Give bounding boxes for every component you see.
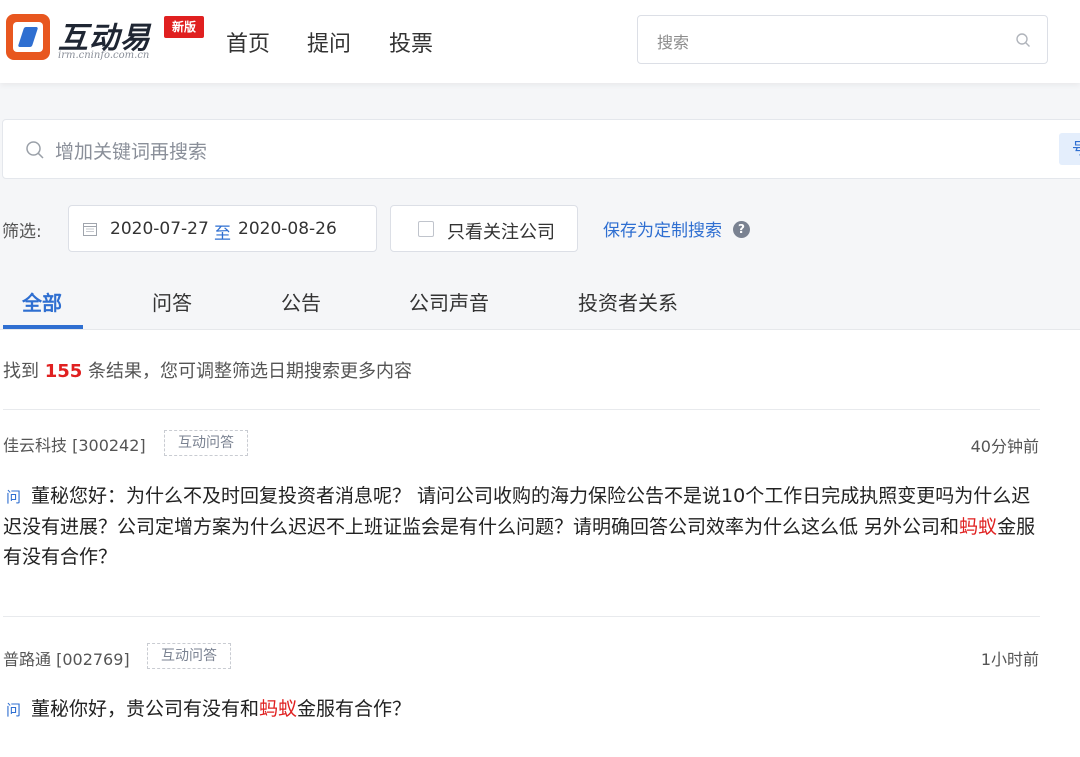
search-icon [26,141,44,159]
follow-only-filter[interactable]: 只看关注公司 [390,205,578,252]
result-type-tag: 互动问答 [164,430,248,456]
result-count-suffix: 条结果，您可调整筛选日期搜索更多内容 [88,361,413,382]
result-divider [3,616,1040,617]
filter-label: 筛选: [2,222,42,242]
date-separator: 至 [214,224,231,244]
tab-investor-relations[interactable]: 投资者关系 [578,287,678,316]
question-highlight: 蚂蚁 [959,516,998,538]
top-search-input[interactable]: 搜索 [637,15,1048,64]
nav-vote[interactable]: 投票 [389,26,433,58]
nav-home[interactable]: 首页 [226,26,270,58]
tab-announcement[interactable]: 公告 [281,287,321,316]
keyword-search-input[interactable]: 增加关键词再搜索 [2,119,1080,179]
search-icon[interactable] [1015,32,1031,48]
question-mark-label: 问 [6,701,22,719]
tab-all[interactable]: 全部 [22,287,62,316]
calendar-icon [83,223,97,236]
new-version-badge: 新版 [164,16,204,38]
result-divider [3,409,1040,410]
date-to[interactable]: 2020-08-26 [238,219,337,239]
help-icon[interactable]: ? [733,221,750,238]
result-time: 1小时前 [980,650,1039,669]
result-company[interactable]: 佳云科技 [300242] [3,432,146,456]
date-range-picker[interactable]: 2020-07-27 至 2020-08-26 [68,205,377,252]
logo-subtitle: irm.cninfo.com.cn [58,50,150,61]
result-count-number: 155 [44,361,83,382]
tab-company-voice[interactable]: 公司声音 [409,287,489,316]
question-text: 董秘你好，贵公司有没有和 [31,698,260,720]
result-question[interactable]: 问董秘你好，贵公司有没有和蚂蚁金服有合作？ [3,694,1043,725]
result-type-tag: 互动问答 [147,643,231,669]
follow-only-label: 只看关注公司 [447,222,555,243]
result-count-prefix: 找到 [3,361,39,382]
question-highlight: 蚂蚁 [259,698,298,720]
keyword-search-placeholder: 增加关键词再搜索 [55,141,208,163]
nav-ask[interactable]: 提问 [307,26,351,58]
result-count: 找到 155 条结果，您可调整筛选日期搜索更多内容 [3,357,412,383]
date-from[interactable]: 2020-07-27 [110,219,209,239]
result-question[interactable]: 问董秘您好：为什么不及时回复投资者消息呢？ 请问公司收购的海力保险公告不是说10… [3,481,1043,572]
result-company[interactable]: 普路通 [002769] [3,646,130,670]
top-header: 互动易 irm.cninfo.com.cn 新版 首页 提问 投票 搜索 [0,0,1080,83]
top-search-placeholder: 搜索 [657,33,690,52]
keyword-search-button[interactable]: 号 [1059,133,1080,165]
save-custom-search-link[interactable]: 保存为定制搜索 [603,216,722,241]
logo-icon[interactable] [6,14,50,60]
result-time: 40分钟前 [970,437,1039,456]
question-mark-label: 问 [6,488,22,506]
tab-qa[interactable]: 问答 [152,287,192,316]
question-text-end: 金服有合作？ [297,698,412,720]
follow-only-checkbox[interactable] [418,221,434,237]
question-text: 董秘您好：为什么不及时回复投资者消息呢？ 请问公司收购的海力保险公告不是说10个… [3,485,1031,538]
